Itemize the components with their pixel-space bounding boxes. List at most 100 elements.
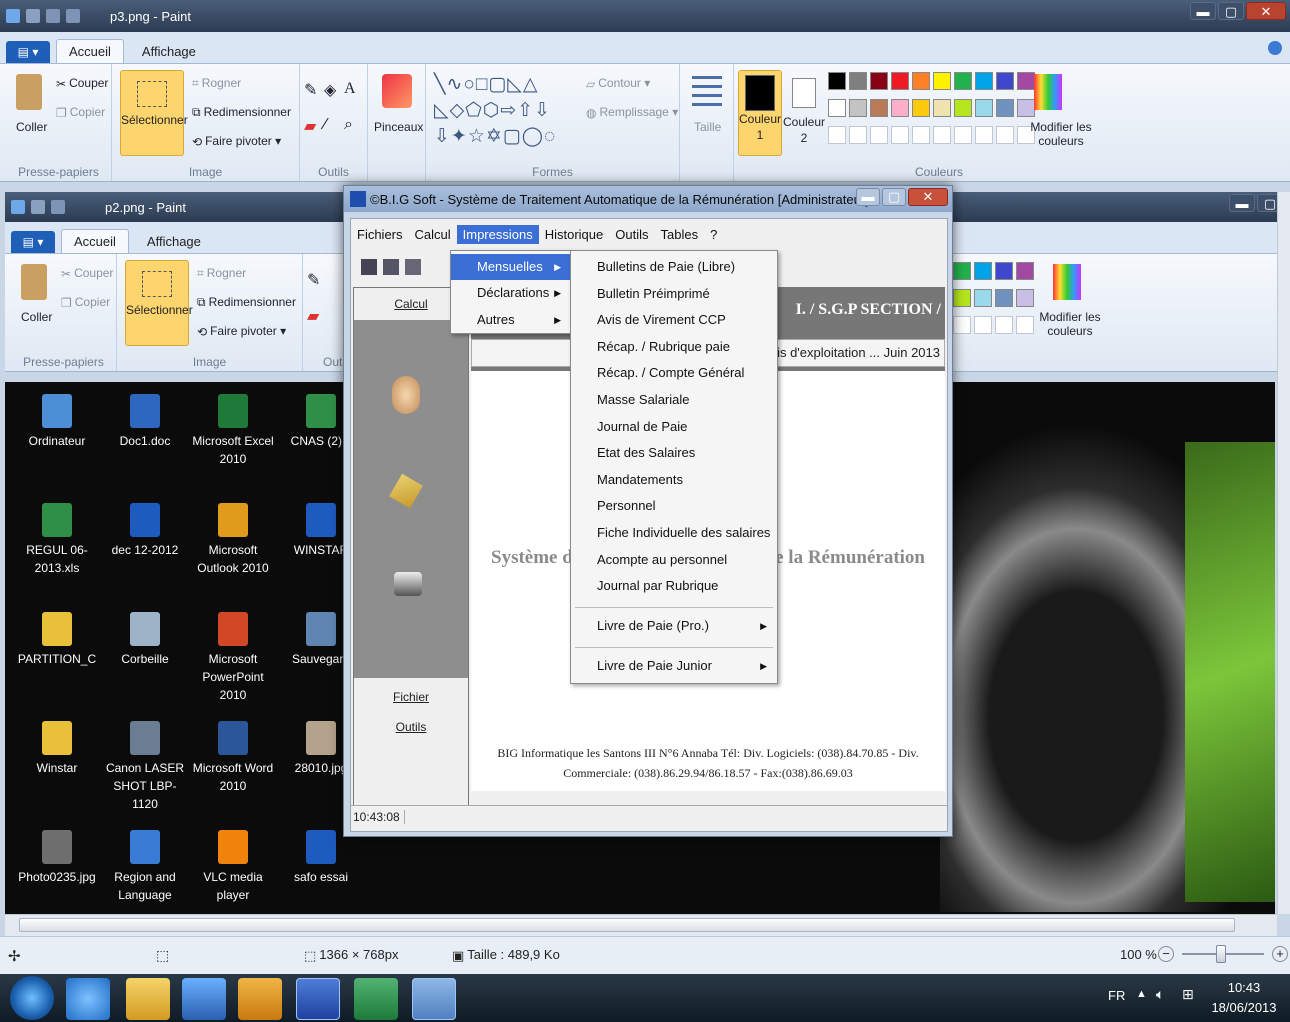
color-swatch[interactable] — [974, 316, 992, 334]
taskbar-clock[interactable]: 10:43 18/06/2013 — [1206, 978, 1282, 1018]
help-icon[interactable] — [1268, 41, 1282, 55]
zoom-out-button[interactable]: − — [1158, 946, 1174, 962]
pointer-icon[interactable] — [405, 259, 421, 275]
color-swatch[interactable] — [954, 126, 972, 144]
eraser-icon[interactable]: ▰ — [307, 306, 319, 326]
calculator-icon[interactable] — [389, 473, 423, 509]
crop-button[interactable]: ⌗ Rogner — [192, 76, 241, 91]
desktop-icon[interactable]: VLC media player — [189, 830, 277, 904]
minimize-button[interactable]: ▬ — [856, 188, 880, 206]
outlook-icon[interactable] — [238, 978, 282, 1020]
menu-item-mensuelles-report[interactable]: Journal de Paie — [571, 414, 777, 440]
file-menu-button[interactable]: ▤ ▾ — [6, 41, 50, 63]
menu-calcul[interactable]: Calcul — [409, 225, 457, 244]
desktop-icon[interactable]: Microsoft Excel 2010 — [189, 394, 277, 468]
color-swatch[interactable] — [870, 72, 888, 90]
paste-button[interactable]: Coller — [21, 310, 52, 324]
menu-item-autres[interactable]: Autres ▶ — [451, 307, 571, 333]
minimize-button[interactable]: ▬ — [1229, 194, 1255, 212]
menu-item-mensuelles-report[interactable]: Journal par Rubrique — [571, 573, 777, 599]
color-swatch[interactable] — [1016, 316, 1034, 334]
desktop-icon[interactable]: safo essai — [277, 830, 365, 886]
size-button[interactable]: Taille — [694, 120, 721, 134]
select-button[interactable]: Sélectionner — [125, 260, 193, 346]
edit-colors-button[interactable]: Modifier les couleurs — [1035, 310, 1105, 338]
paint-taskbar-icon[interactable] — [412, 978, 456, 1020]
color-swatch[interactable] — [995, 316, 1013, 334]
menu-item-mensuelles-report[interactable]: Personnel — [571, 493, 777, 519]
color-swatch[interactable] — [1017, 99, 1035, 117]
close-button[interactable]: ✕ — [1246, 2, 1286, 20]
menu-help[interactable]: ? — [704, 225, 723, 244]
desktop-icon[interactable]: REGUL 06-2013.xls — [13, 503, 101, 577]
menu-item-livre-de-paie-pro[interactable]: Livre de Paie (Pro.) ▶ — [571, 613, 777, 639]
copy-button[interactable]: ❐ Copier — [56, 105, 105, 120]
fill-button[interactable]: ◍ Remplissage ▾ — [586, 105, 678, 120]
tab-affichage[interactable]: Affichage — [135, 230, 213, 253]
eraser-icon[interactable]: ▰ — [304, 116, 316, 136]
desktop-icon[interactable]: dec 12-2012 — [101, 503, 189, 559]
menu-outils[interactable]: Outils — [609, 225, 654, 244]
paste-icon[interactable] — [21, 264, 47, 300]
redo-icon[interactable] — [66, 9, 80, 23]
network-icon[interactable]: ⊞ — [1182, 986, 1194, 1003]
menu-historique[interactable]: Historique — [539, 225, 610, 244]
menu-item-mensuelles-report[interactable]: Bulletins de Paie (Libre) — [571, 254, 777, 280]
color-swatch[interactable] — [1017, 72, 1035, 90]
resize-button[interactable]: ⧉ Redimensionner — [197, 295, 296, 310]
undo-icon[interactable] — [51, 200, 65, 214]
color-swatch[interactable] — [849, 72, 867, 90]
menu-item-mensuelles-report[interactable]: Mandatements — [571, 467, 777, 493]
line-size-icon[interactable] — [692, 76, 722, 106]
select-button[interactable]: Sélectionner — [120, 70, 188, 156]
text-icon[interactable]: A — [344, 80, 356, 98]
color-swatch[interactable] — [975, 126, 993, 144]
color-swatch[interactable] — [953, 316, 971, 334]
outils-panel-button[interactable]: Outils — [354, 720, 468, 734]
color-swatch[interactable] — [828, 99, 846, 117]
undo-icon[interactable] — [46, 9, 60, 23]
menu-item-mensuelles-report[interactable]: Fiche Individuelle des salaires — [571, 520, 777, 546]
zoom-in-button[interactable]: + — [1272, 946, 1288, 962]
fill-bucket-icon[interactable]: ◈ — [324, 80, 336, 100]
color-swatch[interactable] — [891, 99, 909, 117]
desktop-icon[interactable]: Canon LASER SHOT LBP-1120 — [101, 721, 189, 813]
menu-item-mensuelles[interactable]: Mensuelles ▶ — [451, 254, 571, 280]
menu-tables[interactable]: Tables — [654, 225, 704, 244]
color-swatch[interactable] — [933, 126, 951, 144]
color2-button[interactable]: Couleur 2 — [782, 70, 826, 156]
scrollbar-thumb[interactable] — [19, 918, 1235, 932]
paste-icon[interactable] — [16, 74, 42, 110]
copy-button[interactable]: ❐ Copier — [61, 295, 110, 310]
color-swatch[interactable] — [891, 72, 909, 90]
color-swatch[interactable] — [995, 289, 1013, 307]
menu-item-mensuelles-report[interactable]: Avis de Virement CCP — [571, 307, 777, 333]
menu-item-mensuelles-report[interactable]: Acompte au personnel — [571, 547, 777, 573]
paste-button[interactable]: Coller — [16, 120, 47, 134]
desktop-icon[interactable]: Winstar — [13, 721, 101, 777]
magnifier-icon[interactable]: ⌕ — [344, 116, 353, 134]
desktop-icon[interactable]: Region and Language — [101, 830, 189, 904]
close-button[interactable]: ✕ — [908, 188, 948, 206]
rotate-button[interactable]: ⟲ Faire pivoter ▾ — [197, 324, 286, 339]
color-swatch[interactable] — [954, 72, 972, 90]
color-swatch[interactable] — [996, 126, 1014, 144]
color-swatch[interactable] — [953, 262, 971, 280]
edit-colors-icon[interactable] — [1053, 264, 1081, 300]
language-indicator[interactable]: FR — [1108, 988, 1125, 1003]
menu-item-mensuelles-report[interactable]: Bulletin Préimprimé — [571, 281, 777, 307]
rotate-button[interactable]: ⟲ Faire pivoter ▾ — [192, 134, 281, 149]
shapes-gallery[interactable]: ╲∿○□▢◺△ ◺◇⬠⬡⇨⇧⇩ ⇩✦☆✡▢◯◌ — [434, 72, 556, 150]
media-player-icon[interactable] — [182, 978, 226, 1020]
color-swatch[interactable] — [975, 72, 993, 90]
edit-colors-icon[interactable] — [1034, 74, 1062, 110]
maximize-button[interactable]: ▢ — [882, 188, 906, 206]
volume-icon[interactable]: 🔈︎ — [1156, 986, 1164, 1003]
menu-impressions[interactable]: Impressions — [456, 225, 539, 244]
color-swatch[interactable] — [828, 72, 846, 90]
color-swatch[interactable] — [996, 99, 1014, 117]
file-explorer-icon[interactable] — [126, 978, 170, 1020]
maximize-button[interactable]: ▢ — [1218, 2, 1244, 20]
desktop-icon[interactable]: Corbeille — [101, 612, 189, 668]
report-icon[interactable] — [383, 259, 399, 275]
